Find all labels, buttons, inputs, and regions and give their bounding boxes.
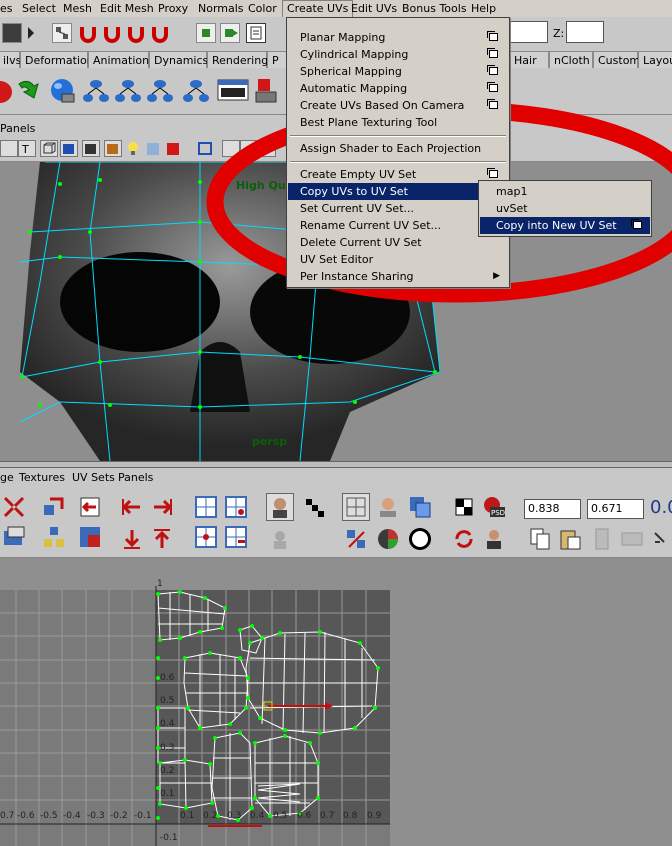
menu-item-planar-mapping[interactable]: Planar Mapping bbox=[288, 29, 508, 46]
option-box-icon[interactable] bbox=[487, 48, 498, 58]
create-uvs-dropdown: Planar Mapping Cylindrical Mapping Spher… bbox=[286, 17, 510, 288]
menu-item-delete-current-uv-set[interactable]: Delete Current UV Set bbox=[288, 234, 508, 251]
menu-item-copy-uvs-to-uv-set[interactable]: Copy UVs to UV Set▶ bbox=[288, 183, 508, 200]
submenu-arrow-icon: ▶ bbox=[493, 271, 500, 281]
menu-separator bbox=[290, 135, 506, 137]
option-box-icon[interactable] bbox=[487, 99, 498, 109]
submenu-item-map1[interactable]: map1 bbox=[480, 183, 650, 200]
menu-item-create-uvs-based-on-camera[interactable]: Create UVs Based On Camera bbox=[288, 97, 508, 114]
copy-uvs-submenu: map1 uvSet Copy into New UV Set bbox=[478, 180, 652, 237]
menu-item-automatic-mapping[interactable]: Automatic Mapping bbox=[288, 80, 508, 97]
menu-item-create-empty-uv-set[interactable]: Create Empty UV Set bbox=[288, 166, 508, 183]
menu-item-cylindrical-mapping[interactable]: Cylindrical Mapping bbox=[288, 46, 508, 63]
submenu-item-uvset[interactable]: uvSet bbox=[480, 200, 650, 217]
menu-item-assign-shader-to-each-projection[interactable]: Assign Shader to Each Projection bbox=[288, 140, 508, 157]
menu-item-per-instance-sharing[interactable]: Per Instance Sharing ▶ bbox=[288, 268, 508, 285]
option-box-icon[interactable] bbox=[487, 82, 498, 92]
submenu-item-copy-into-new-uv-set[interactable]: Copy into New UV Set bbox=[480, 217, 650, 234]
menu-item-set-current-uv-set[interactable]: Set Current UV Set... bbox=[288, 200, 508, 217]
menu-item-best-plane-texturing-tool[interactable]: Best Plane Texturing Tool bbox=[288, 114, 508, 131]
menu-item-uv-set-editor[interactable]: UV Set Editor bbox=[288, 251, 508, 268]
option-box-icon[interactable] bbox=[487, 65, 498, 75]
menu-item-spherical-mapping[interactable]: Spherical Mapping bbox=[288, 63, 508, 80]
menu-item-rename-current-uv-set[interactable]: Rename Current UV Set... bbox=[288, 217, 508, 234]
menu-separator bbox=[290, 161, 506, 163]
option-box-icon[interactable] bbox=[487, 31, 498, 41]
option-box-icon[interactable] bbox=[487, 168, 498, 178]
option-box-icon[interactable] bbox=[631, 219, 642, 229]
